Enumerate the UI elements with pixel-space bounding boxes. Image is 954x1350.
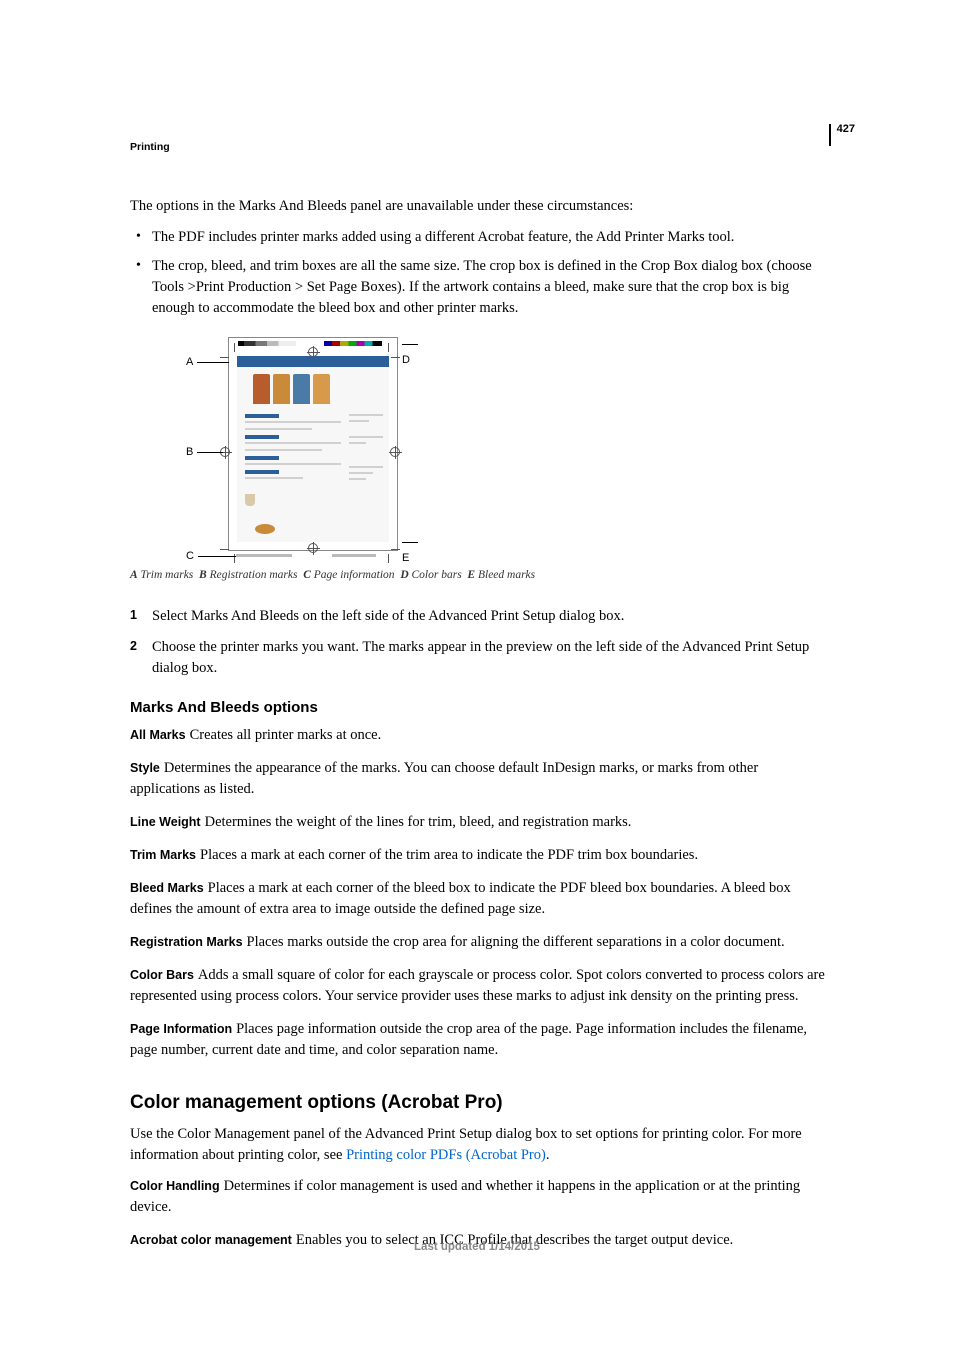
registration-mark-icon — [390, 447, 400, 457]
color-intro: Use the Color Management panel of the Ad… — [130, 1124, 830, 1166]
figure-artwork — [237, 356, 389, 542]
def-bleed-marks: Bleed MarksPlaces a mark at each corner … — [130, 878, 830, 920]
def-style: StyleDetermines the appearance of the ma… — [130, 758, 830, 800]
page-info-mark — [236, 554, 292, 557]
step-item: 1Select Marks And Bleeds on the left sid… — [130, 606, 830, 627]
figure-caption: A Trim marks B Registration marks C Page… — [130, 567, 830, 584]
list-item: The crop, bleed, and trim boxes are all … — [130, 256, 830, 319]
footer-last-updated: Last updated 1/14/2015 — [0, 1239, 954, 1256]
step-item: 2Choose the printer marks you want. The … — [130, 637, 830, 679]
steps-list: 1Select Marks And Bleeds on the left sid… — [130, 606, 830, 679]
def-trim-marks: Trim MarksPlaces a mark at each corner o… — [130, 845, 830, 866]
figure-page — [228, 337, 398, 551]
page-content: The options in the Marks And Bleeds pane… — [130, 196, 830, 1263]
intro-paragraph: The options in the Marks And Bleeds pane… — [130, 196, 830, 217]
figure-wrap: A B C D E — [130, 337, 830, 557]
heading-marks-bleeds-options: Marks And Bleeds options — [130, 697, 830, 719]
link-printing-color-pdfs[interactable]: Printing color PDFs (Acrobat Pro) — [346, 1147, 546, 1163]
figure-key-a: A — [186, 355, 229, 371]
figure-key-d: D — [402, 337, 422, 369]
figure-key-c: C — [186, 549, 236, 565]
def-color-handling: Color HandlingDetermines if color manage… — [130, 1176, 830, 1218]
color-bar-gray — [238, 341, 296, 346]
heading-color-management: Color management options (Acrobat Pro) — [130, 1089, 830, 1117]
def-color-bars: Color BarsAdds a small square of color f… — [130, 965, 830, 1007]
figure-key-e: E — [402, 535, 422, 567]
color-bar-process — [324, 341, 382, 346]
circumstances-list: The PDF includes printer marks added usi… — [130, 227, 830, 319]
section-header: Printing — [130, 140, 170, 155]
page-number: 427 — [829, 124, 855, 146]
list-item: The PDF includes printer marks added usi… — [130, 227, 830, 248]
def-page-information: Page InformationPlaces page information … — [130, 1019, 830, 1061]
figure-key-b: B — [186, 445, 223, 461]
registration-mark-icon — [308, 543, 318, 553]
page-info-mark — [332, 554, 376, 557]
printer-marks-figure: A B C D E — [172, 337, 418, 557]
def-all-marks: All MarksCreates all printer marks at on… — [130, 725, 830, 746]
def-registration-marks: Registration MarksPlaces marks outside t… — [130, 932, 830, 953]
def-line-weight: Line WeightDetermines the weight of the … — [130, 812, 830, 833]
